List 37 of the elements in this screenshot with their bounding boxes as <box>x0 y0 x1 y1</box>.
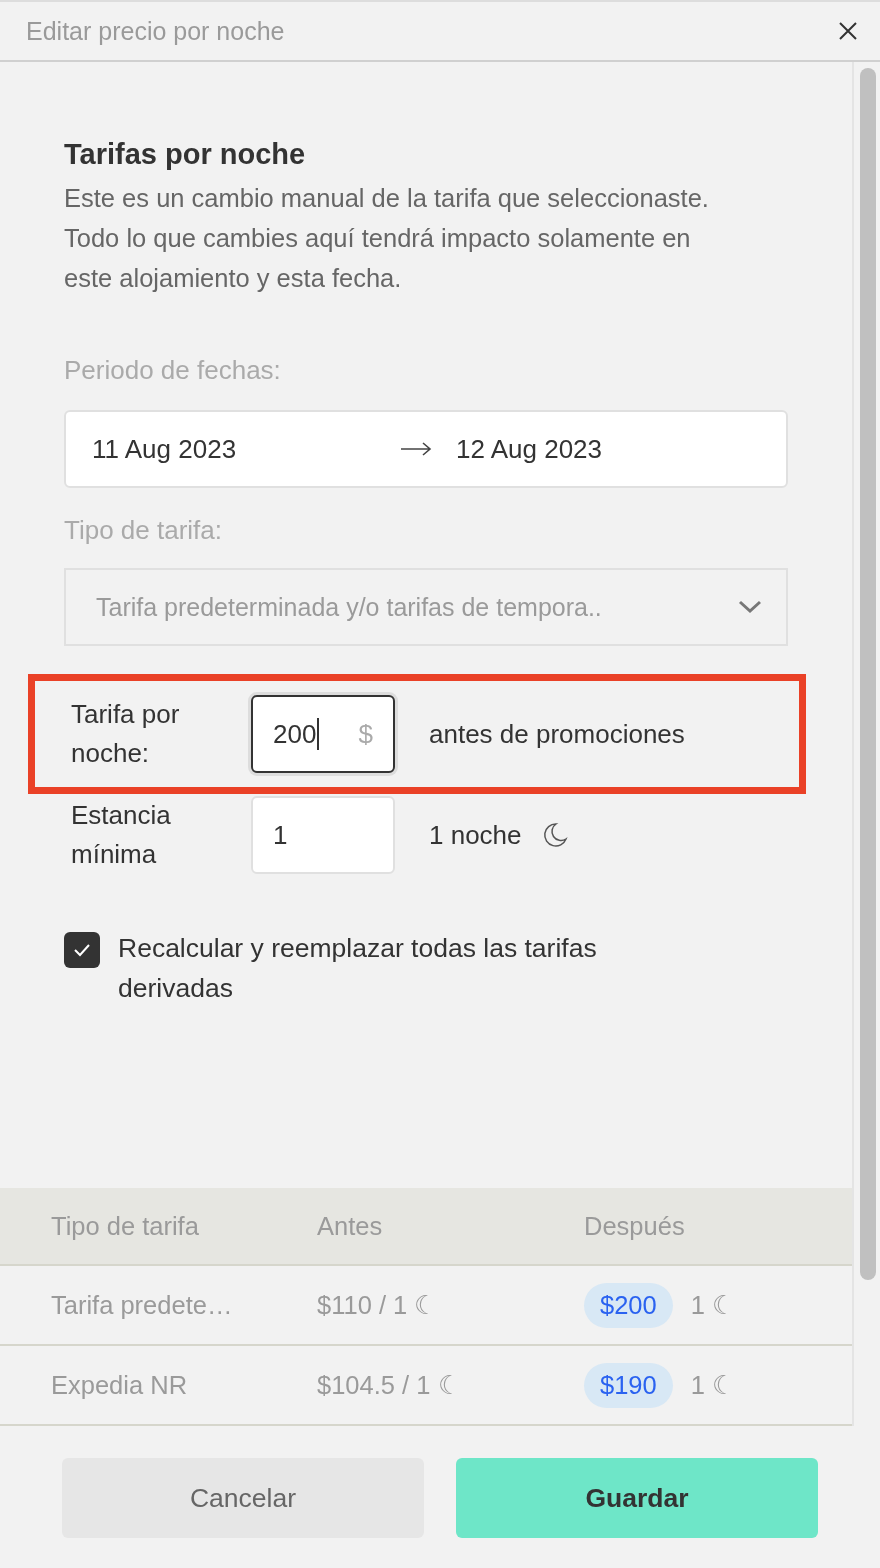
column-header: Tipo de tarifa <box>51 1211 200 1241</box>
arrow-right-icon <box>400 441 432 457</box>
save-button[interactable]: Guardar <box>456 1458 818 1538</box>
table-cell-text: Tarifa predete… <box>51 1290 234 1320</box>
number-field[interactable]: 1 <box>251 796 395 874</box>
checkbox[interactable] <box>64 932 100 968</box>
check-icon <box>73 943 91 957</box>
table-cell: 1 ☾ <box>690 1290 735 1320</box>
dialog-title: Editar precio por noche <box>26 16 285 46</box>
field-note: 1 noche <box>429 819 522 851</box>
close-icon[interactable] <box>838 21 858 41</box>
price-badge: $200 <box>584 1282 673 1328</box>
description-text: Este es un cambio manual de la tarifa que seleccionaste. Todo lo que cambies aquí tendrá impacto solamente en este alojamiento y esta fecha. <box>64 183 710 294</box>
table-cell: 1 ☾ <box>690 1370 735 1400</box>
section-heading: Tarifas por noche <box>64 137 307 172</box>
field-note: antes de promociones <box>429 718 685 750</box>
field-label: Periodo de fechas: <box>64 354 282 387</box>
table-cell-text: Expedia NR <box>51 1370 189 1400</box>
table-cell-text: $104.5 / 1 ☾ <box>317 1370 462 1400</box>
cancel-button[interactable]: Cancelar <box>62 1458 424 1538</box>
checkbox-label: Recalcular y reemplazar todas las tarifas derivadas <box>118 932 598 1005</box>
text-cursor <box>317 718 320 750</box>
moon-icon <box>541 822 568 848</box>
column-header: Antes <box>317 1211 384 1241</box>
field-label: Estancia mínima <box>71 799 172 871</box>
chevron-down-icon <box>738 600 762 614</box>
column-header: Después <box>584 1211 686 1241</box>
table-cell-text: $110 / 1 ☾ <box>317 1290 439 1320</box>
end-date: 12 Aug 2023 <box>456 433 603 465</box>
price-field[interactable]: 200 $ <box>251 695 395 773</box>
currency-symbol: $ <box>358 718 373 750</box>
date-range-field[interactable]: 11 Aug 2023 12 Aug 2023 <box>64 410 788 488</box>
field-label: Tipo de tarifa: <box>64 514 223 547</box>
price-badge: $190 <box>584 1362 673 1408</box>
field-label: Tarifa por noche: <box>71 698 181 770</box>
scrollbar-thumb[interactable] <box>860 68 876 1280</box>
start-date: 11 Aug 2023 <box>92 433 238 465</box>
